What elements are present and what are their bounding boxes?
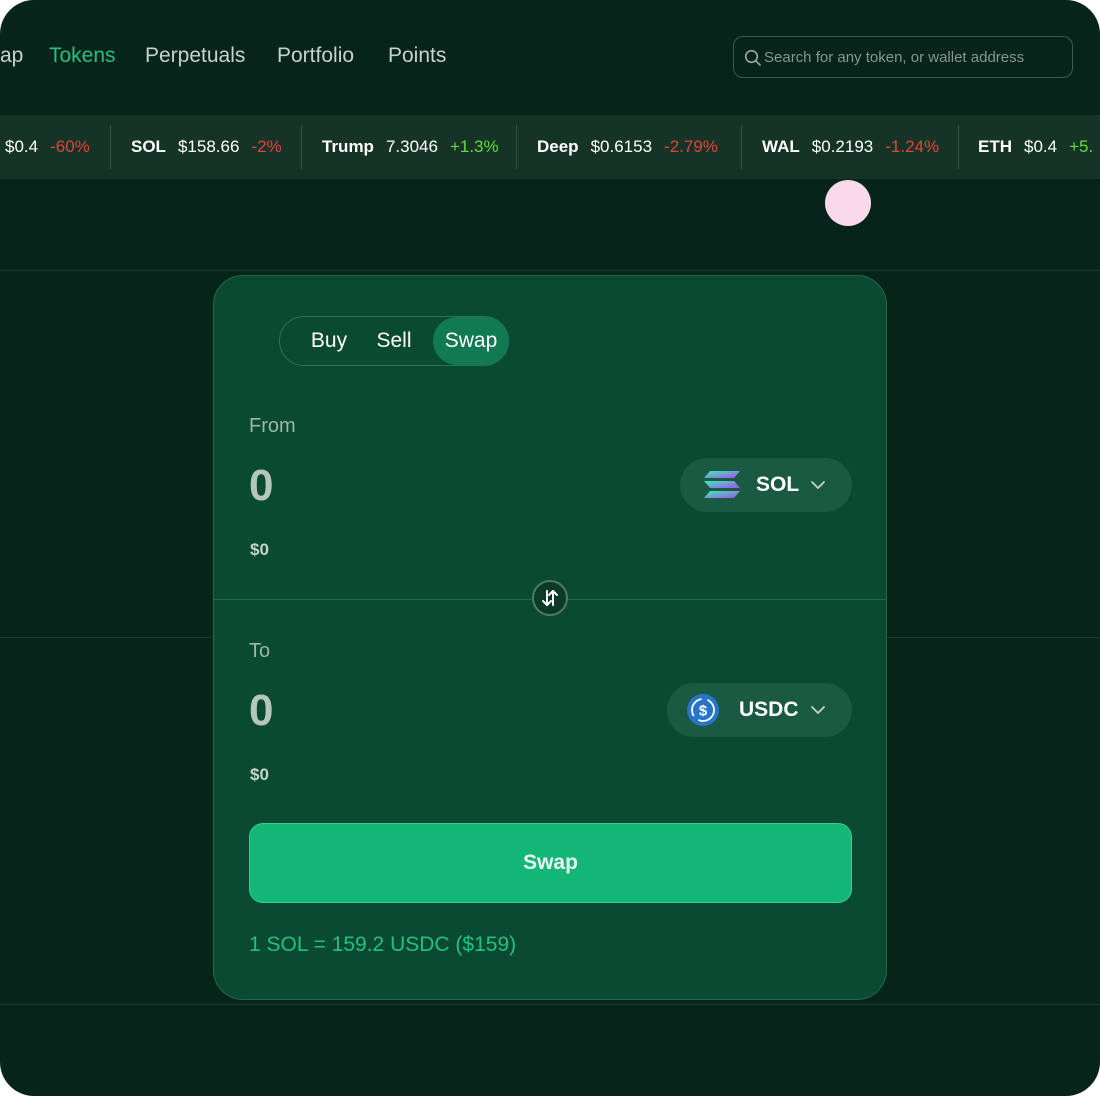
ticker-item-wal[interactable]: WAL $0.2193 -1.24% xyxy=(762,115,939,179)
nav-item-portfolio[interactable]: Portfolio xyxy=(277,44,354,68)
to-token-selector[interactable]: $ USDC xyxy=(667,683,852,737)
svg-text:$: $ xyxy=(699,703,708,720)
cursor-indicator xyxy=(825,180,871,226)
app-window: ap Tokens Perpetuals Portfolio Points $0… xyxy=(0,0,1100,1096)
swap-card: Buy Sell Swap From 0 $0 SOL To 0 $0 $ US… xyxy=(213,275,887,1000)
ticker-divider xyxy=(516,125,517,169)
ticker-change: -2% xyxy=(251,137,282,156)
ticker-change: +1.3% xyxy=(449,137,499,156)
ticker-symbol: ETH xyxy=(978,137,1012,156)
tab-swap[interactable]: Swap xyxy=(433,317,509,365)
usdc-logo-icon: $ xyxy=(687,694,719,726)
ticker-change: -2.79% xyxy=(664,137,718,156)
ticker-divider xyxy=(958,125,959,169)
grid-line xyxy=(0,270,1100,271)
nav-item-points[interactable]: Points xyxy=(388,44,446,68)
ticker-change: +5. xyxy=(1069,137,1094,156)
nav-item-tokens[interactable]: Tokens xyxy=(49,44,116,68)
swap-button[interactable]: Swap xyxy=(249,823,852,903)
ticker-price: $0.2193 xyxy=(811,137,874,156)
ticker-price: $0.4 xyxy=(5,137,39,156)
ticker-symbol: Deep xyxy=(537,137,579,156)
ticker-change: -1.24% xyxy=(885,137,940,156)
exchange-rate: 1 SOL = 159.2 USDC ($159) xyxy=(249,933,517,956)
trade-mode-toggle: Buy Sell Swap xyxy=(279,316,509,366)
from-token-selector[interactable]: SOL xyxy=(680,458,852,512)
ticker-divider xyxy=(301,125,302,169)
tab-sell[interactable]: Sell xyxy=(366,317,422,365)
to-label: To xyxy=(249,640,271,662)
tab-buy[interactable]: Buy xyxy=(298,317,360,365)
ticker-symbol: WAL xyxy=(762,137,800,156)
chevron-down-icon xyxy=(811,481,825,489)
top-nav: ap Tokens Perpetuals Portfolio Points xyxy=(0,0,1100,115)
ticker-item-trump[interactable]: Trump 7.3046 +1.3% xyxy=(322,115,499,179)
to-token-symbol: USDC xyxy=(739,698,799,721)
from-usd-value: $0 xyxy=(250,540,269,559)
chevron-down-icon xyxy=(811,706,825,714)
from-label: From xyxy=(249,415,296,437)
ticker-price: $0.4 xyxy=(1024,137,1058,156)
flip-tokens-button[interactable] xyxy=(532,580,568,616)
nav-item-swap[interactable]: ap xyxy=(0,44,23,68)
search-input[interactable] xyxy=(764,37,1064,77)
ticker-change: -60% xyxy=(50,137,90,156)
ticker-price: 7.3046 xyxy=(385,137,438,156)
from-amount-input[interactable]: 0 xyxy=(249,461,273,511)
price-ticker: $0.4 -60% SOL $158.66 -2% Trump 7.3046 +1.3% … xyxy=(0,115,1100,179)
solana-logo-icon xyxy=(704,471,740,498)
nav-item-perpetuals[interactable]: Perpetuals xyxy=(145,44,245,68)
ticker-divider xyxy=(110,125,111,169)
to-amount-input[interactable]: 0 xyxy=(249,686,273,736)
swap-arrows-icon xyxy=(542,590,558,606)
search-icon xyxy=(744,49,761,66)
to-usd-value: $0 xyxy=(250,765,269,784)
ticker-price: $158.66 xyxy=(177,137,240,156)
grid-line xyxy=(0,1004,1100,1005)
ticker-item-deep[interactable]: Deep $0.6153 -2.79% xyxy=(537,115,718,179)
search-box[interactable] xyxy=(733,36,1073,78)
ticker-symbol: Trump xyxy=(322,137,374,156)
ticker-divider xyxy=(741,125,742,169)
ticker-price: $0.6153 xyxy=(590,137,653,156)
from-token-symbol: SOL xyxy=(756,473,800,496)
ticker-item-sol[interactable]: SOL $158.66 -2% xyxy=(131,115,282,179)
ticker-item[interactable]: $0.4 -60% xyxy=(5,115,90,179)
ticker-item-eth[interactable]: ETH $0.4 +5. xyxy=(978,115,1093,179)
ticker-symbol: SOL xyxy=(131,137,166,156)
